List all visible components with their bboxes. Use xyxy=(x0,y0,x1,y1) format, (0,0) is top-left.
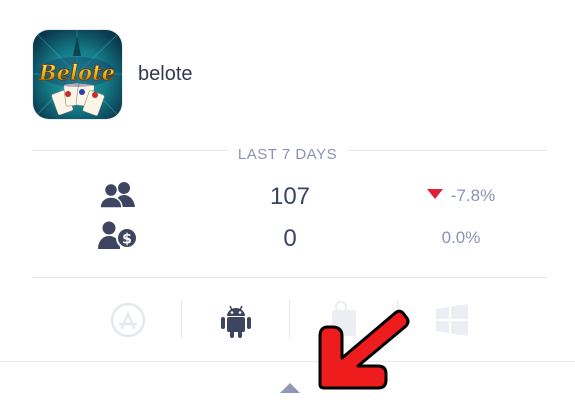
paying-users-value: 0 xyxy=(283,225,297,252)
platform-separator xyxy=(289,300,290,338)
chevron-up-icon xyxy=(280,383,300,393)
users-change-text: -7.8% xyxy=(450,186,496,205)
period-label-text: LAST 7 DAYS xyxy=(227,146,348,163)
period-label: LAST 7 DAYS xyxy=(0,146,575,163)
trend-down-icon xyxy=(426,189,443,199)
app-icon[interactable]: Belote xyxy=(33,30,122,119)
paying-users-change: 0.0% xyxy=(441,228,481,247)
windows-icon[interactable] xyxy=(432,300,472,340)
platform-separator xyxy=(181,300,182,338)
paying-users-icon: $ xyxy=(98,221,138,256)
android-icon[interactable] xyxy=(216,300,256,340)
collapse-toggle[interactable] xyxy=(279,381,301,395)
svg-text:$: $ xyxy=(122,232,132,248)
users-icon xyxy=(99,181,136,214)
annotation-arrow-icon xyxy=(300,300,410,400)
app-icon-title: Belote xyxy=(38,60,115,85)
stats-divider xyxy=(32,277,547,278)
app-store-icon[interactable] xyxy=(108,300,148,340)
app-card: Belote belote LAST 7 DAYS 107 -7.8% $ 0 … xyxy=(0,0,575,412)
app-name[interactable]: belote xyxy=(138,63,193,86)
users-change: -7.8% xyxy=(381,186,541,206)
users-value: 107 xyxy=(269,183,311,210)
footer-divider xyxy=(0,361,575,362)
